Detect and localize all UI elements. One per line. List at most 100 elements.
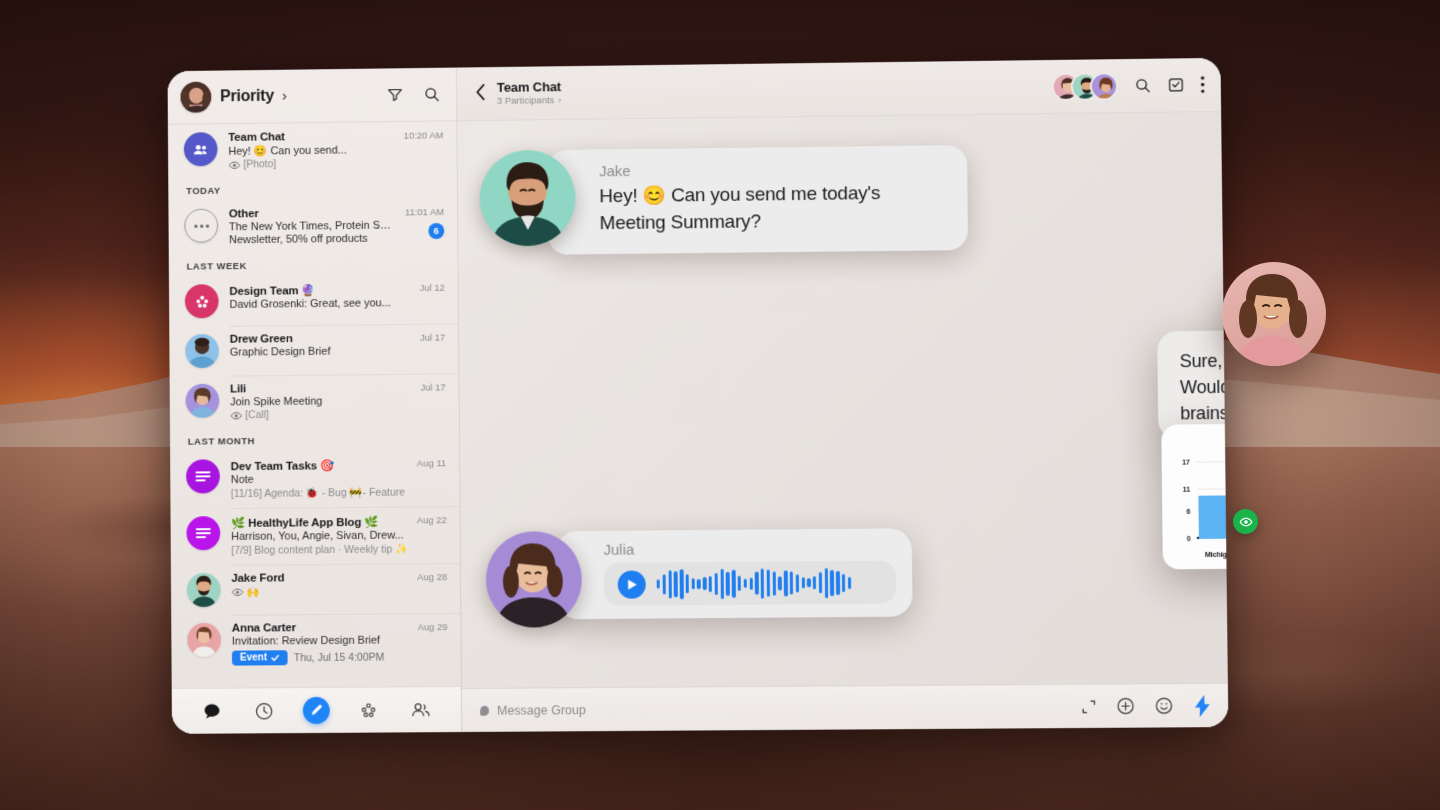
conversation-list[interactable]: Team Chat Hey! 😊 Can you send... [Photo]… xyxy=(168,121,461,688)
waveform-bar xyxy=(679,568,684,599)
event-badge[interactable]: Event xyxy=(231,650,288,666)
back-chevron-icon[interactable] xyxy=(475,83,486,105)
dots-cluster-icon xyxy=(184,284,219,319)
participant-avatars[interactable] xyxy=(1051,71,1119,101)
chat-title: Team Chat xyxy=(496,79,562,95)
waveform-bar xyxy=(818,572,823,594)
chat-header: Team Chat 3 Participants › xyxy=(456,57,1222,122)
waveform-bar xyxy=(778,575,782,591)
list-item[interactable]: Other The New York Times, Protein Sale, … xyxy=(168,198,457,255)
item-title: Jake Ford xyxy=(231,572,285,585)
chart-bar xyxy=(1198,495,1228,539)
item-preview: Graphic Design Brief xyxy=(229,345,331,359)
more-vertical-icon[interactable] xyxy=(1200,76,1205,93)
inbox-check-icon[interactable] xyxy=(1167,76,1184,93)
lightning-bolt-icon[interactable] xyxy=(1193,694,1212,717)
list-item[interactable]: Team Chat Hey! 😊 Can you send... [Photo]… xyxy=(168,121,457,179)
waveform-bar xyxy=(720,568,724,599)
voice-player[interactable] xyxy=(603,560,897,606)
list-item[interactable]: Dev Team Tasks 🎯 Note [11/16] Agenda: 🐞 … xyxy=(170,449,459,508)
waveform-bar xyxy=(714,572,719,595)
message-text-line-1: Sure, here is the PDF. xyxy=(1179,349,1228,372)
group-icon xyxy=(183,132,218,167)
waveform-bar xyxy=(847,576,852,589)
voice-message-bubble[interactable]: Julia xyxy=(555,528,913,620)
waveform-bar xyxy=(737,575,742,591)
item-time: Jul 17 xyxy=(419,332,446,344)
event-detail: Thu, Jul 15 4:00PM xyxy=(293,651,385,664)
list-item[interactable]: Design Team 🔮 David Grosenki: Great, see… xyxy=(169,274,458,327)
list-item[interactable]: 🌿 HealthyLife App Blog 🌿 Harrison, You, … xyxy=(170,506,459,565)
participants-label: 3 Participants xyxy=(496,95,555,107)
participants-chevron-icon: › xyxy=(558,95,562,107)
item-preview: The New York Times, Protein Sale, xyxy=(228,219,395,234)
smiley-icon[interactable] xyxy=(1154,696,1173,715)
pdf-chart-preview[interactable]: 0 6 11 17 MichiganLondonParisL.ANew YorkTok… xyxy=(1161,420,1228,570)
message-list: Jake Hey! 😊 Can you send me today's Meet… xyxy=(457,112,1228,688)
message-text-line-2: Meeting Summary? xyxy=(599,211,761,235)
waveform-bar xyxy=(836,570,840,595)
avatar xyxy=(187,622,222,657)
nav-chat-bubble-icon[interactable] xyxy=(198,697,226,725)
waveform-bar xyxy=(656,579,661,589)
item-attachment: [Photo] xyxy=(228,157,393,171)
waveform-bar xyxy=(702,577,707,591)
nav-contacts-people-icon[interactable] xyxy=(407,696,435,724)
waveform-bar xyxy=(795,573,800,592)
note-lines-icon xyxy=(186,516,221,551)
waveform-bar xyxy=(807,578,811,588)
item-preview-2: [11/16] Agenda: 🐞 - Bug 🚧- Feature ⚙️ xyxy=(230,486,407,501)
list-item[interactable]: Lili Join Spike Meeting [Call] Jul 17 xyxy=(170,373,459,430)
item-time: 10:20 AM xyxy=(403,130,444,142)
julia-avatar[interactable] xyxy=(485,531,583,628)
check-icon xyxy=(271,653,280,662)
message-sender: Julia xyxy=(603,541,635,559)
nav-clock-icon[interactable] xyxy=(250,697,278,725)
section-header-last-week: LAST WEEK xyxy=(186,260,248,273)
list-item[interactable]: Jake Ford 🙌 Aug 28 xyxy=(171,563,460,615)
play-icon[interactable] xyxy=(617,570,646,599)
message-composer: Message Group xyxy=(461,682,1229,733)
waveform-bar xyxy=(760,568,765,599)
message-input[interactable]: Message Group xyxy=(497,703,586,718)
search-icon[interactable] xyxy=(1134,77,1151,94)
nav-compose-pencil-icon[interactable] xyxy=(302,696,330,725)
expand-icon[interactable] xyxy=(1081,698,1097,714)
filter-icon[interactable] xyxy=(387,86,404,103)
list-item[interactable]: Anna Carter Invitation: Review Design Br… xyxy=(171,613,461,674)
priority-chevron-icon[interactable]: › xyxy=(282,88,287,105)
item-preview-2: [7/9] Blog content plan · Weekly tip ✨ xyxy=(231,543,406,557)
search-icon[interactable] xyxy=(423,86,440,103)
waveform-bar xyxy=(726,571,730,596)
plus-circle-icon[interactable] xyxy=(1116,696,1135,715)
chat-participants[interactable]: 3 Participants › xyxy=(497,95,562,107)
message-pdf-reply[interactable]: Sure, here is the PDF. Would you like to… xyxy=(1157,327,1228,440)
attachment-label: [Photo] xyxy=(243,158,277,171)
message-bubble[interactable]: Jake Hey! 😊 Can you send me today's Meet… xyxy=(547,145,969,255)
nav-apps-grid-icon[interactable] xyxy=(354,696,382,724)
item-time: Aug 22 xyxy=(416,515,447,527)
user-avatar[interactable] xyxy=(180,81,212,113)
item-preview-2: Newsletter, 50% off products xyxy=(229,232,368,247)
waveform-bar xyxy=(662,573,666,594)
chart-y-tick: 6 xyxy=(1186,508,1191,516)
eye-seen-icon[interactable] xyxy=(1233,509,1258,534)
list-item[interactable]: Drew Green Graphic Design Brief Jul 17 xyxy=(169,323,458,376)
waveform-bar xyxy=(685,574,690,594)
message-text-line-1: Hey! 😊 Can you send me today's xyxy=(599,183,881,208)
item-title: Lili xyxy=(230,383,247,396)
waveform-bar xyxy=(801,577,805,589)
item-time: Jul 12 xyxy=(419,282,445,294)
waveform[interactable] xyxy=(656,567,883,599)
avatar[interactable] xyxy=(1089,71,1119,101)
item-preview: 🙌 xyxy=(231,584,406,599)
chart-y-tick: 17 xyxy=(1182,458,1190,466)
waveform-bar xyxy=(749,577,753,590)
waveform-bar xyxy=(824,567,829,598)
item-title: Anna Carter xyxy=(231,622,297,635)
anna-floating-avatar[interactable] xyxy=(1222,262,1326,366)
chart-x-tick: Michigan xyxy=(1204,549,1228,560)
message-sender: Jake xyxy=(599,163,631,181)
app-window: Priority › Team Chat Hey! 😊 Can you send… xyxy=(167,57,1229,734)
avatar xyxy=(185,333,220,369)
